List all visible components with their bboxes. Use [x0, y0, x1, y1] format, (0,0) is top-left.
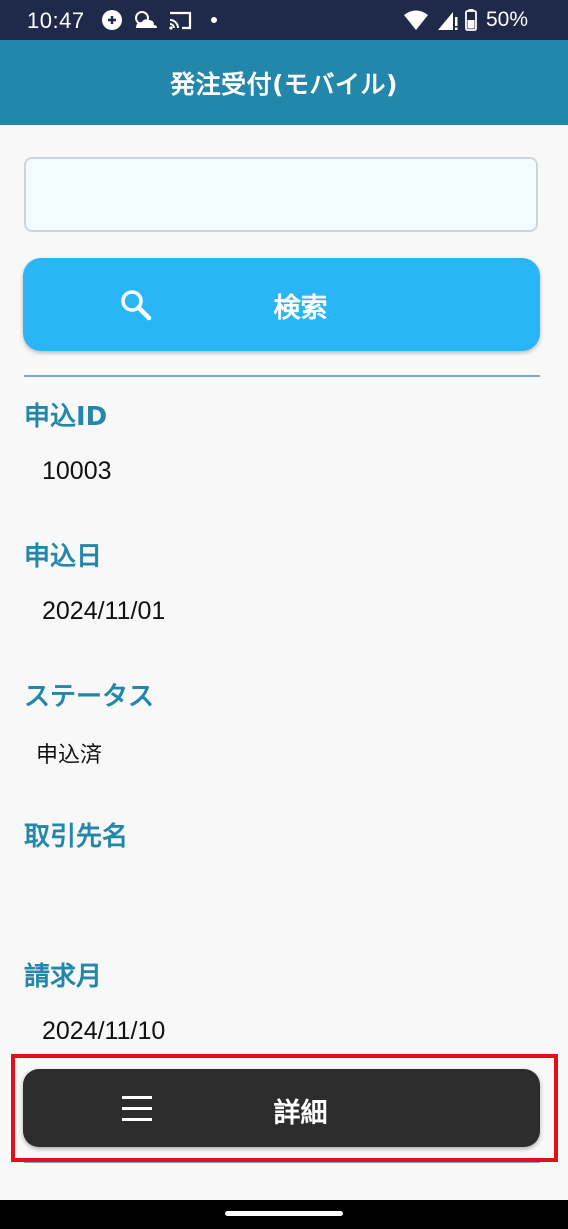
battery-percent: 50% [485, 8, 528, 31]
status-time: 10:47 [27, 8, 85, 33]
search-button-label: 検索 [273, 293, 328, 323]
highlight-box [11, 1054, 558, 1162]
divider [24, 375, 540, 377]
more-notifications-dot-icon [211, 17, 217, 23]
home-indicator[interactable] [225, 1211, 343, 1216]
field-value-status: 申込済 [36, 743, 103, 768]
status-bar: 10:47 50% [0, 0, 568, 40]
notification-icons [102, 10, 217, 30]
page-title: 発注受付(モバイル) [170, 69, 398, 99]
field-label-client-name: 取引先名 [24, 822, 129, 852]
app-header: 発注受付(モバイル) [0, 40, 568, 125]
field-label-status: ステータス [24, 682, 155, 712]
wifi-icon [403, 10, 428, 30]
signal-icon [437, 12, 458, 30]
app-notification-icon [102, 10, 122, 30]
system-icons: 50% [403, 7, 528, 33]
search-input[interactable] [24, 157, 538, 232]
field-value-billing-month: 2024/11/10 [42, 1017, 166, 1045]
field-value-application-id: 10003 [42, 457, 112, 485]
cast-icon [169, 11, 192, 30]
search-button[interactable]: 検索 [23, 258, 540, 351]
field-label-application-id: 申込ID [24, 402, 108, 432]
field-label-billing-month: 請求月 [24, 962, 103, 992]
navigation-bar [0, 1200, 568, 1229]
weather-icon [135, 11, 157, 28]
battery-icon [465, 9, 477, 31]
field-label-application-date: 申込日 [24, 542, 103, 572]
field-value-application-date: 2024/11/01 [42, 597, 166, 625]
